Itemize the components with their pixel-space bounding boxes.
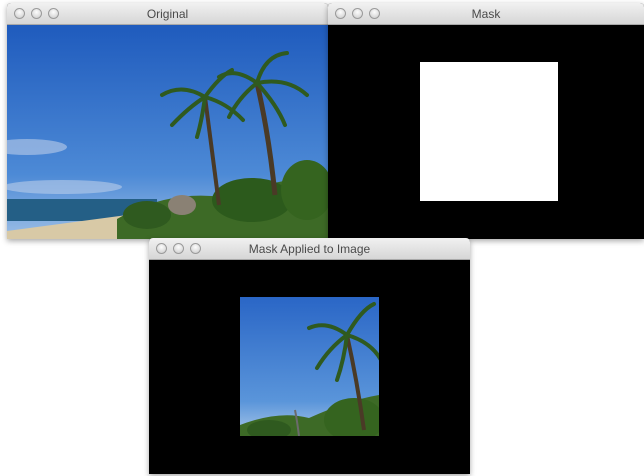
window-title: Mask Applied to Image [248, 242, 371, 256]
beach-photo [7, 25, 328, 239]
masked-photo [149, 260, 470, 474]
titlebar-masked[interactable]: Mask Applied to Image [149, 238, 470, 260]
titlebar-original[interactable]: Original [7, 3, 328, 25]
titlebar-mask[interactable]: Mask [328, 3, 644, 25]
mask-white-square [420, 62, 558, 201]
masked-image [149, 260, 470, 474]
mask-image [328, 25, 644, 239]
window-original[interactable]: Original [7, 3, 328, 239]
original-image [7, 25, 328, 239]
window-mask[interactable]: Mask [328, 3, 644, 239]
window-title: Original [146, 7, 189, 21]
window-masked[interactable]: Mask Applied to Image [149, 238, 470, 474]
window-title: Mask [471, 7, 501, 21]
mask-canvas [328, 25, 644, 239]
